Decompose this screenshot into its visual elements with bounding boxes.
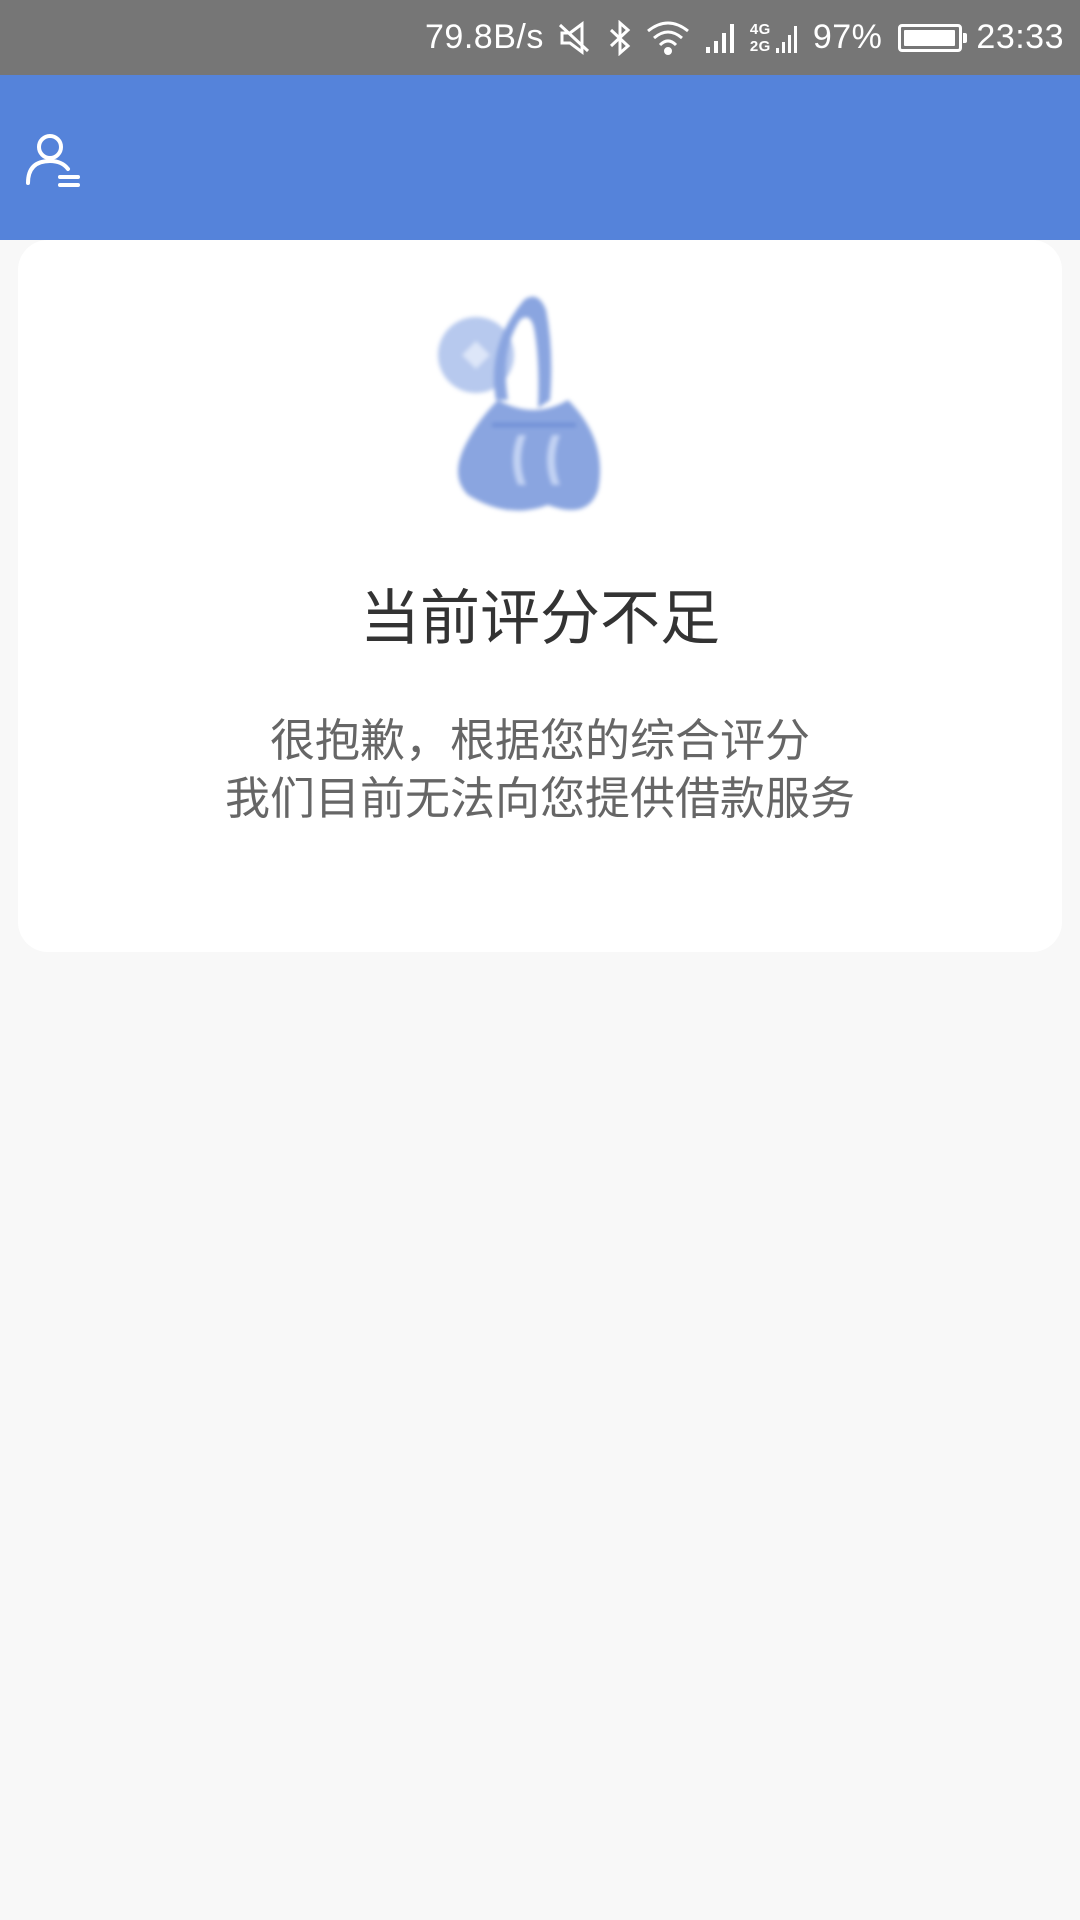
signal-icon-secondary (775, 21, 799, 55)
result-card: 当前评分不足 很抱歉，根据您的综合评分 我们目前无法向您提供借款服务 (18, 240, 1062, 952)
result-message-line-1: 很抱歉，根据您的综合评分 (269, 714, 810, 767)
signal-icon (704, 21, 736, 55)
mute-icon (558, 20, 594, 55)
network-type: 4G 2G (750, 21, 771, 55)
result-message-line-2: 我们目前无法向您提供借款服务 (224, 772, 855, 825)
result-message: 很抱歉，根据您的综合评分 我们目前无法向您提供借款服务 (18, 712, 1062, 828)
battery-icon (898, 23, 968, 52)
clock: 23:33 (976, 18, 1064, 56)
wifi-icon (646, 21, 690, 55)
sad-money-bag-icon (438, 296, 600, 511)
app-bar (0, 75, 1080, 240)
user-menu-icon (26, 134, 80, 187)
network-type-top: 4G (749, 20, 771, 38)
user-menu-button[interactable] (22, 129, 86, 193)
net-speed: 79.8B/s (425, 18, 544, 56)
result-title: 当前评分不足 (360, 584, 720, 654)
bluetooth-icon (608, 19, 632, 56)
battery-percent: 97% (812, 18, 883, 56)
status-bar: 79.8B/s 4G 2G 97% 23:33 (0, 0, 1080, 75)
battery-fill (904, 29, 955, 46)
network-type-bottom: 2G (749, 37, 771, 55)
